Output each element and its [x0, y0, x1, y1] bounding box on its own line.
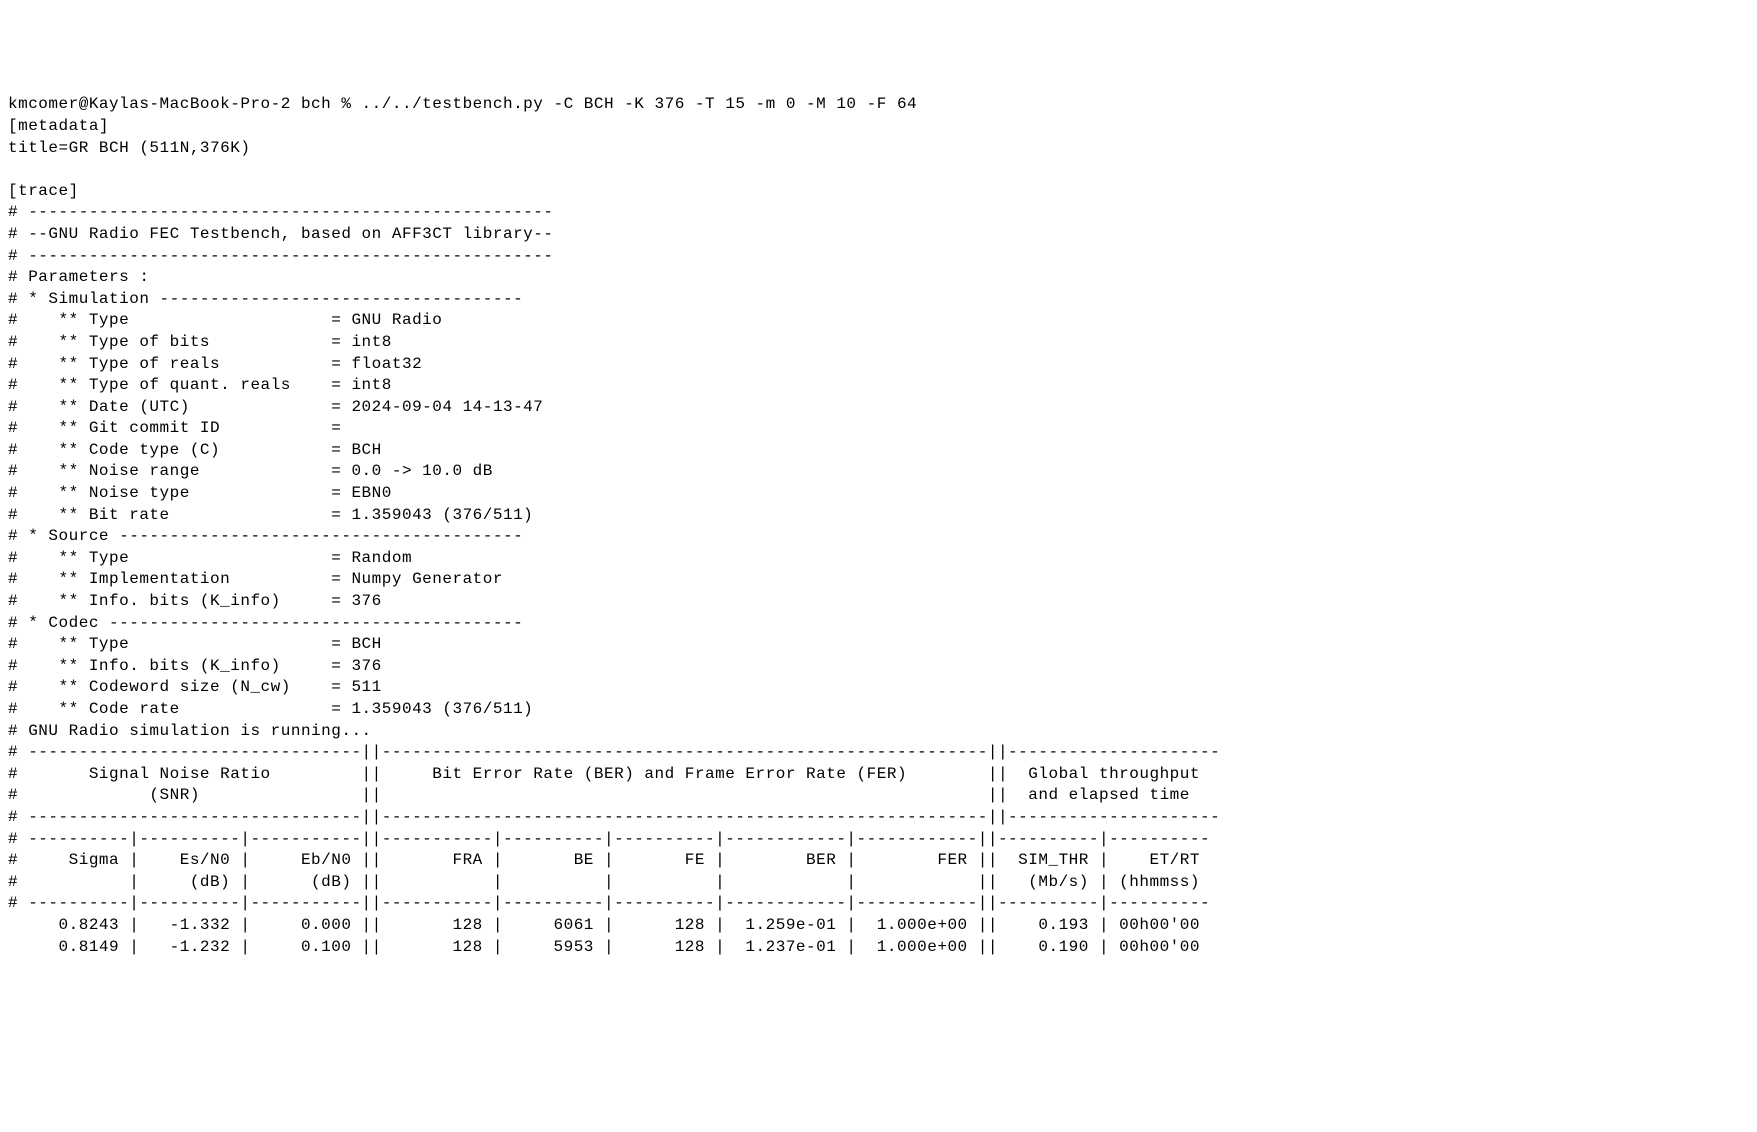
param-line: # ** Info. bits (K_info) = 376: [8, 657, 382, 675]
table-rule: # ----------|----------|-----------||---…: [8, 894, 1210, 912]
parameters-header: # Parameters :: [8, 268, 149, 286]
param-line: # ** Implementation = Numpy Generator: [8, 570, 503, 588]
param-line: # ** Git commit ID =: [8, 419, 341, 437]
param-line: # ** Noise range = 0.0 -> 10.0 dB: [8, 462, 493, 480]
source-section: # * Source -----------------------------…: [8, 527, 523, 545]
shell-prompt: kmcomer@Kaylas-MacBook-Pro-2 bch % ../..…: [8, 95, 917, 113]
separator: # --------------------------------------…: [8, 203, 553, 221]
title-line: title=GR BCH (511N,376K): [8, 139, 250, 157]
codec-section: # * Codec ------------------------------…: [8, 614, 523, 632]
terminal-output: kmcomer@Kaylas-MacBook-Pro-2 bch % ../..…: [8, 94, 1749, 958]
trace-section-header: [trace]: [8, 182, 79, 200]
metadata-section-header: [metadata]: [8, 117, 109, 135]
param-line: # ** Noise type = EBN0: [8, 484, 392, 502]
table-rule: # ---------------------------------||---…: [8, 808, 1220, 826]
table-row: 0.8149 | -1.232 | 0.100 || 128 | 5953 | …: [8, 938, 1210, 956]
param-line: # ** Type of bits = int8: [8, 333, 392, 351]
table-rule: # ---------------------------------||---…: [8, 743, 1220, 761]
param-line: # ** Codeword size (N_cw) = 511: [8, 678, 382, 696]
table-group-header: # Signal Noise Ratio || Bit Error Rate (…: [8, 765, 1220, 783]
param-line: # ** Date (UTC) = 2024-09-04 14-13-47: [8, 398, 543, 416]
table-column-header: # | (dB) | (dB) || | | | | || (Mb/s) | (…: [8, 873, 1210, 891]
running-line: # GNU Radio simulation is running...: [8, 722, 372, 740]
simulation-section: # * Simulation -------------------------…: [8, 290, 523, 308]
separator: # --------------------------------------…: [8, 247, 553, 265]
param-line: # ** Type of reals = float32: [8, 355, 422, 373]
table-row: 0.8243 | -1.332 | 0.000 || 128 | 6061 | …: [8, 916, 1210, 934]
param-line: # ** Bit rate = 1.359043 (376/511): [8, 506, 533, 524]
banner-line: # --GNU Radio FEC Testbench, based on AF…: [8, 225, 553, 243]
param-line: # ** Code rate = 1.359043 (376/511): [8, 700, 533, 718]
param-line: # ** Info. bits (K_info) = 376: [8, 592, 382, 610]
table-group-header: # (SNR) || || and elapsed time: [8, 786, 1220, 804]
param-line: # ** Type = BCH: [8, 635, 382, 653]
table-rule: # ----------|----------|-----------||---…: [8, 830, 1210, 848]
param-line: # ** Code type (C) = BCH: [8, 441, 382, 459]
param-line: # ** Type = GNU Radio: [8, 311, 442, 329]
param-line: # ** Type of quant. reals = int8: [8, 376, 392, 394]
param-line: # ** Type = Random: [8, 549, 412, 567]
table-column-header: # Sigma | Es/N0 | Eb/N0 || FRA | BE | FE…: [8, 851, 1210, 869]
